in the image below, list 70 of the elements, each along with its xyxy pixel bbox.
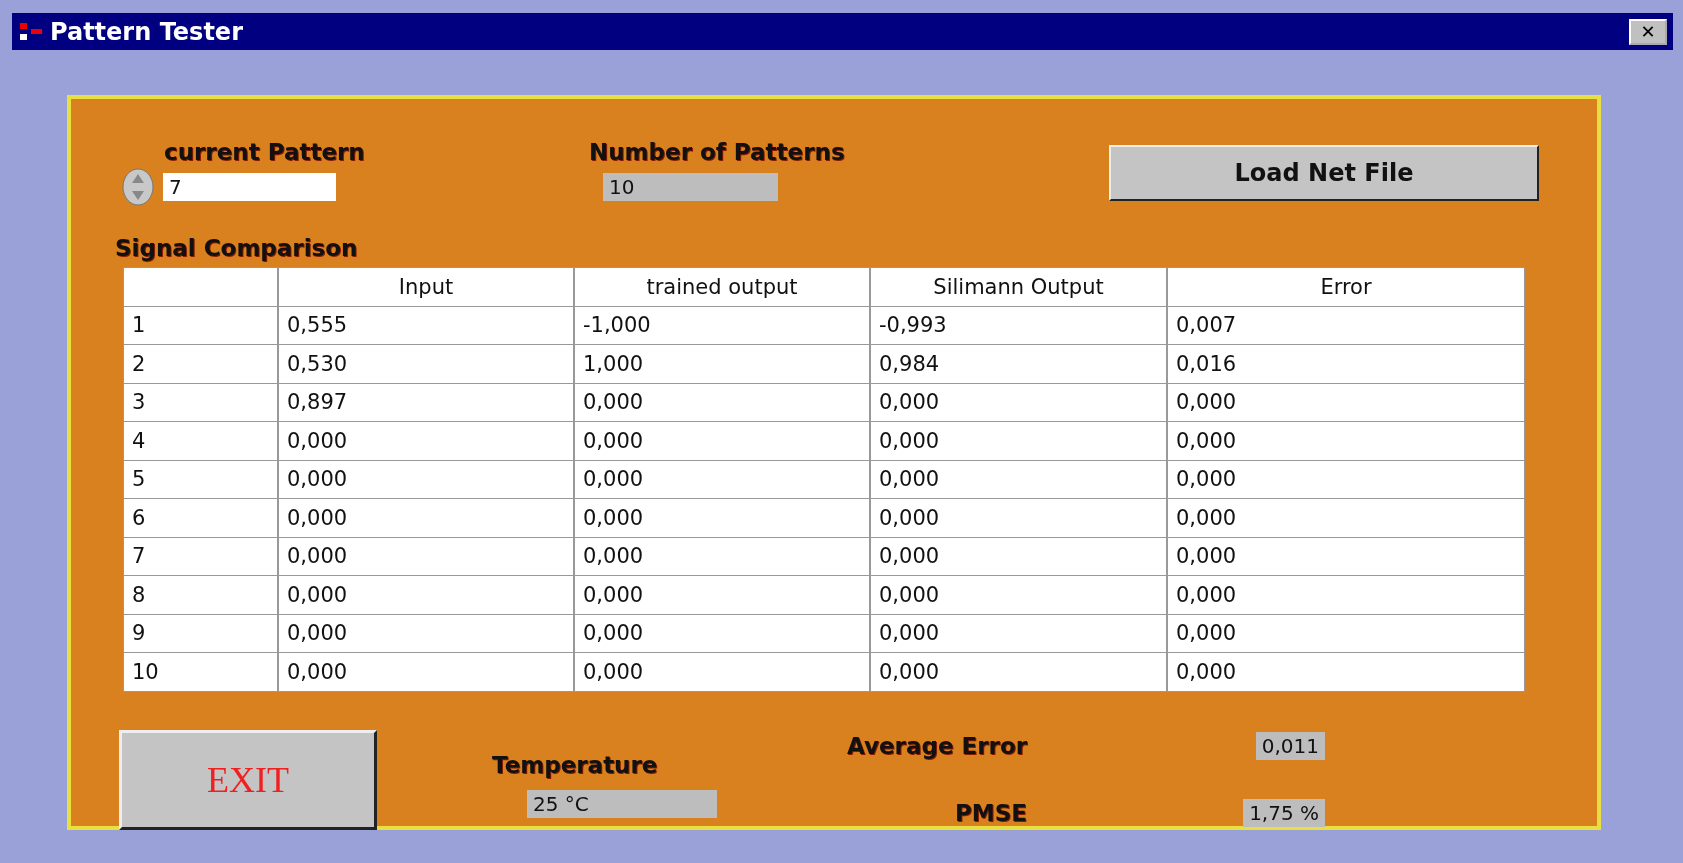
indicator-field: 10 <box>603 173 778 201</box>
table-cell: 4 <box>124 422 279 460</box>
indicator-field: 1,75 % <box>1243 799 1326 827</box>
field-label: Temperature <box>492 751 659 778</box>
table-cell: 0,000 <box>871 383 1168 421</box>
load-button[interactable]: Load Net File <box>1109 145 1539 201</box>
table-cell-text: 0,000 <box>1175 620 1238 648</box>
table-cell: 0,000 <box>871 614 1168 652</box>
table-cell: 6 <box>124 499 279 537</box>
table-cell: 0,000 <box>871 499 1168 537</box>
table-cell: 7 <box>124 537 279 575</box>
table-cell: 0,000 <box>871 422 1168 460</box>
table-cell-text: 0,000 <box>1175 543 1238 571</box>
table-cell: -1,000 <box>575 306 871 344</box>
table-cell: 0,000 <box>279 614 575 652</box>
table-cell-text: 0,000 <box>1175 658 1238 686</box>
table-cell: 0,555 <box>279 306 575 344</box>
field-label: Number of Patterns <box>589 139 846 165</box>
window-title: Pattern Tester <box>50 17 244 46</box>
table-cell: 0,000 <box>871 576 1168 614</box>
table-cell: 0,000 <box>575 499 871 537</box>
table-cell-text: 0,000 <box>1175 389 1238 417</box>
spinner-icon[interactable] <box>121 167 155 207</box>
table-cell-text: 0,016 <box>1175 350 1238 378</box>
table-cell: 0,897 <box>279 383 575 421</box>
table-title: Signal Comparison <box>115 235 359 261</box>
app-icon <box>18 20 44 43</box>
table-cell: 2 <box>124 345 279 383</box>
table-cell: 0,000 <box>279 537 575 575</box>
table-cell: 0,000 <box>575 576 871 614</box>
table-cell: 0,000 <box>279 576 575 614</box>
table-cell: 1,000 <box>575 345 871 383</box>
table-cell: 0,000 <box>279 653 575 691</box>
table-cell: -0,993 <box>871 306 1168 344</box>
field-label: Average Error <box>847 733 1028 759</box>
table-cell: 0,000 <box>575 614 871 652</box>
table-cell: 0,984 <box>871 345 1168 383</box>
input-field[interactable]: 7 <box>163 173 336 201</box>
table-cell: 0,000 <box>279 422 575 460</box>
table-cell: 3 <box>124 383 279 421</box>
table-cell: 0,000 <box>871 537 1168 575</box>
table-cell: 1 <box>124 306 279 344</box>
column-header: Input <box>279 268 575 306</box>
table-cell: 0,000 <box>279 499 575 537</box>
table-cell: 5 <box>124 460 279 498</box>
table-cell: 8 <box>124 576 279 614</box>
table-cell: 0,000 <box>575 422 871 460</box>
table-cell-text: 0,000 <box>1175 427 1238 455</box>
column-header: Error <box>1319 273 1373 301</box>
table-cell-text: 0,007 <box>1175 312 1238 340</box>
table-cell: 9 <box>124 614 279 652</box>
field-label: current Pattern <box>164 139 366 165</box>
column-header: Silimann Output <box>871 268 1168 306</box>
table-cell: 0,000 <box>871 460 1168 498</box>
indicator-field: 0,011 <box>1255 732 1326 760</box>
table-cell-text: 0,000 <box>1175 581 1238 609</box>
table-cell-text: 0,000 <box>1175 466 1238 494</box>
close-button[interactable]: ✕ <box>1629 18 1667 45</box>
table-cell: 10 <box>124 653 279 691</box>
indicator-field: 25 °C <box>527 789 717 818</box>
table-cell: 0,000 <box>871 653 1168 691</box>
table-cell: 0,000 <box>575 537 871 575</box>
table-cell: 0,530 <box>279 345 575 383</box>
field-label: PMSE <box>955 800 1028 826</box>
table-cell-text: 0,000 <box>1175 504 1238 532</box>
table-cell: 0,000 <box>575 383 871 421</box>
table-cell: 0,000 <box>575 653 871 691</box>
table-cell: 0,000 <box>575 460 871 498</box>
table-cell: 0,000 <box>279 460 575 498</box>
column-header: trained output <box>575 268 871 306</box>
